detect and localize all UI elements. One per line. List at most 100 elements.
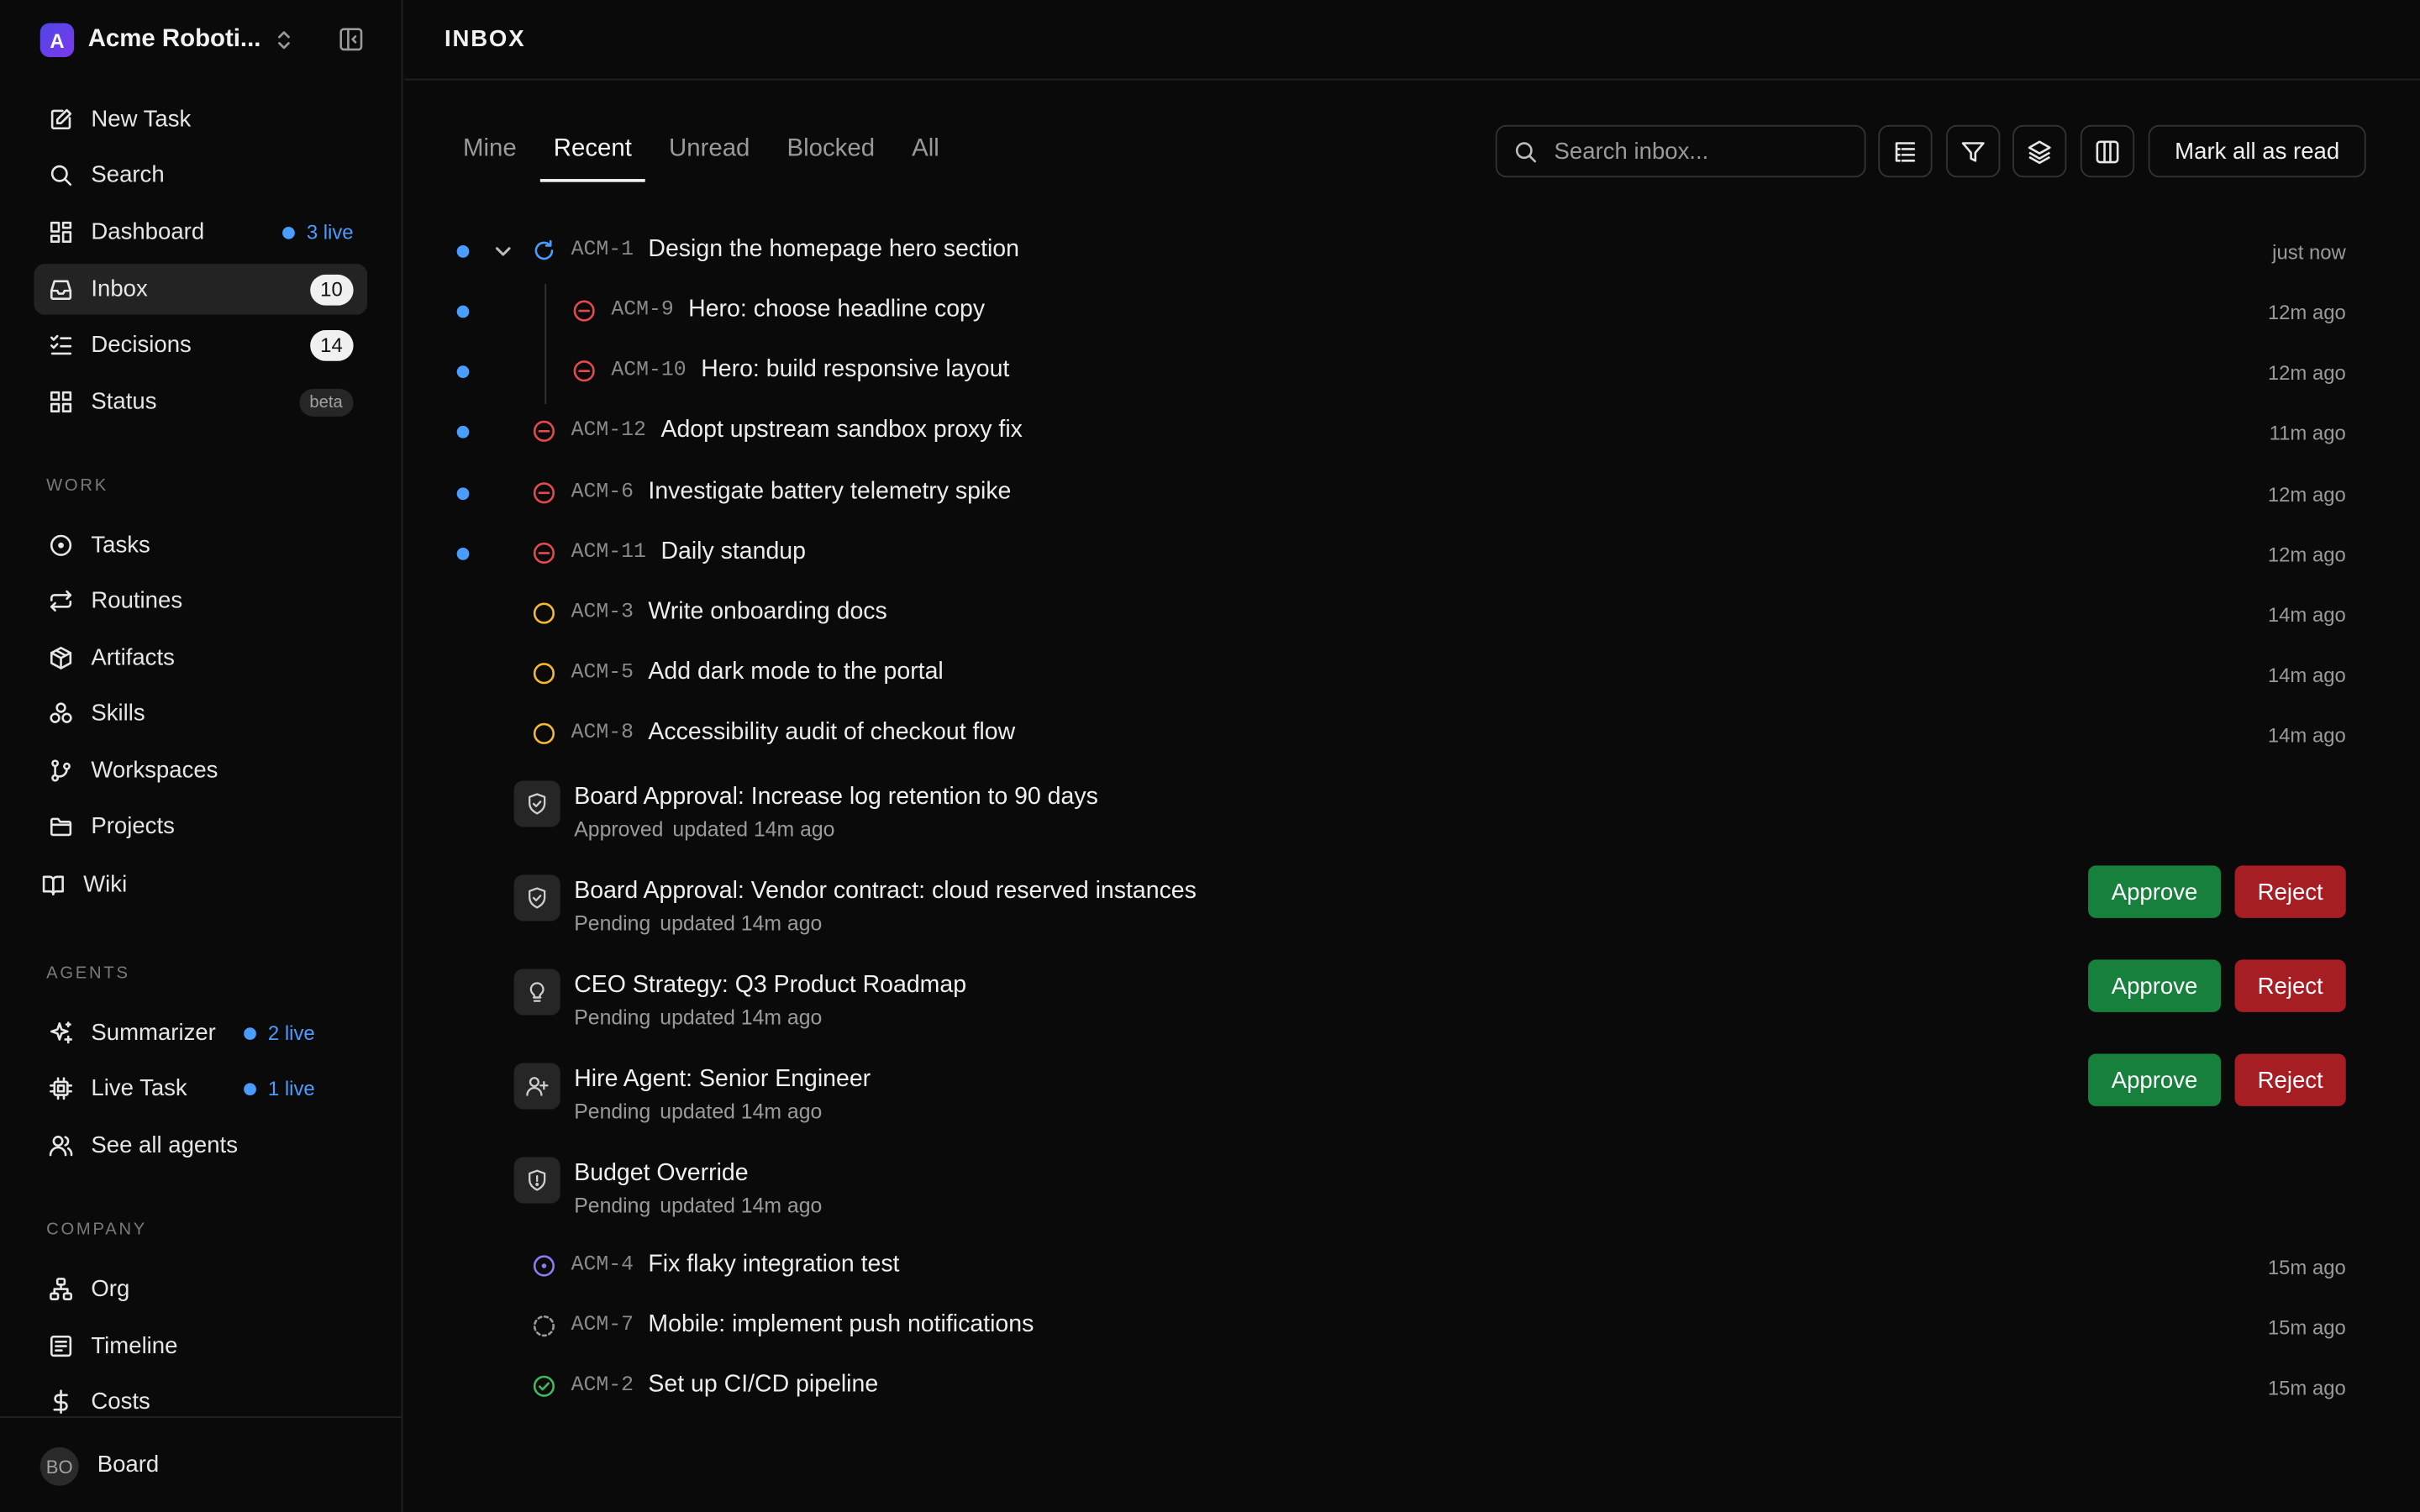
inbox-task-row[interactable]: ACM-2 Set up CI/CD pipeline 15m ago xyxy=(404,1356,2420,1416)
grid-icon xyxy=(50,391,72,413)
sidebar-item-label: Workspaces xyxy=(91,757,218,785)
section-label-company: COMPANY xyxy=(46,1220,148,1239)
in-review-status-icon[interactable] xyxy=(531,1252,557,1278)
inbox-task-row[interactable]: ACM-1 Design the homepage hero section jus… xyxy=(404,221,2420,281)
shield-alert-icon xyxy=(513,1157,560,1204)
done-status-icon[interactable] xyxy=(531,1373,557,1399)
sidebar-item-artifacts[interactable]: Artifacts xyxy=(34,633,367,684)
sidebar-item-timeline[interactable]: Timeline xyxy=(34,1320,367,1372)
mark-all-read-button[interactable]: Mark all as read xyxy=(2148,124,2366,178)
in-progress-status-icon[interactable] xyxy=(531,238,557,264)
user-menu[interactable]: BO Board xyxy=(0,1416,403,1512)
sidebar-item-meta: 3 live xyxy=(281,207,354,258)
approval-row[interactable]: Board Approval: Vendor contract: cloud r… xyxy=(404,865,2420,969)
blocked-status-icon[interactable] xyxy=(531,540,557,566)
search-input[interactable] xyxy=(1554,138,1848,165)
sidebar-item-tasks[interactable]: Tasks xyxy=(34,520,367,571)
blocked-status-icon[interactable] xyxy=(531,480,557,506)
sidebar-item-inbox[interactable]: Inbox 10 xyxy=(34,264,368,315)
reject-button[interactable]: Reject xyxy=(2234,865,2346,918)
group-button[interactable] xyxy=(2012,124,2067,178)
columns-button[interactable] xyxy=(2080,124,2135,178)
lightbulb-icon xyxy=(513,969,560,1016)
sidebar-item-see-all-agents[interactable]: See all agents xyxy=(34,1120,367,1171)
workspace-switcher[interactable]: A Acme Roboti... xyxy=(39,22,367,59)
live-dot xyxy=(281,226,295,239)
task-key: ACM-7 xyxy=(571,1314,634,1338)
chevron-down-icon[interactable] xyxy=(492,241,514,263)
sidebar-item-search[interactable]: Search xyxy=(34,150,367,201)
inbox-task-row[interactable]: ACM-11 Daily standup 12m ago xyxy=(404,523,2420,584)
reject-button[interactable]: Reject xyxy=(2234,959,2346,1012)
sidebar-item-decisions[interactable]: Decisions 14 xyxy=(34,319,367,370)
inbox-task-row[interactable]: ACM-9 Hero: choose headline copy 12m ago xyxy=(404,281,2420,341)
sidebar-item-new-task[interactable]: New Task xyxy=(34,94,367,145)
tab-mine[interactable]: Mine xyxy=(463,120,517,181)
inbox-task-row[interactable]: ACM-10 Hero: build responsive layout 12m a… xyxy=(404,341,2420,402)
inbox-task-row[interactable]: ACM-12 Adopt upstream sandbox proxy fix 11… xyxy=(404,402,2420,462)
blocked-status-icon[interactable] xyxy=(571,297,597,323)
book-icon xyxy=(42,875,64,895)
sidebar-item-routines[interactable]: Routines xyxy=(34,575,367,627)
approve-button[interactable]: Approve xyxy=(2088,1053,2222,1106)
task-title: Hero: choose headline copy xyxy=(688,296,986,323)
todo-status-icon[interactable] xyxy=(531,721,557,747)
sidebar-item-skills[interactable]: Skills xyxy=(34,688,367,739)
nesting-toggle-button[interactable] xyxy=(1878,124,1933,178)
approval-row[interactable]: CEO Strategy: Q3 Product Roadmap Pending u… xyxy=(404,959,2420,1063)
sidebar-item-status[interactable]: Status beta xyxy=(34,376,367,428)
tab-blocked[interactable]: Blocked xyxy=(786,120,875,181)
inbox-tabs: Mine Recent Unread Blocked All xyxy=(463,120,976,182)
workspace-name: Acme Roboti... xyxy=(87,26,261,53)
count-badge: 14 xyxy=(309,329,354,360)
approval-row[interactable]: Hire Agent: Senior Engineer Pending update… xyxy=(404,1053,2420,1157)
sidebar-item-org[interactable]: Org xyxy=(34,1263,367,1315)
user-name: Board xyxy=(97,1452,160,1478)
task-title: Set up CI/CD pipeline xyxy=(648,1371,879,1399)
blocked-status-icon[interactable] xyxy=(531,418,557,444)
inbox-task-row[interactable]: ACM-6 Investigate battery telemetry spike… xyxy=(404,463,2420,523)
approve-button[interactable]: Approve xyxy=(2088,959,2222,1012)
user-plus-icon xyxy=(513,1063,560,1110)
inbox-task-row[interactable]: ACM-4 Fix flaky integration test 15m ago xyxy=(404,1236,2420,1296)
task-key: ACM-2 xyxy=(571,1374,634,1399)
backlog-status-icon[interactable] xyxy=(531,1313,557,1339)
sidebar-item-dashboard[interactable]: Dashboard 3 live xyxy=(34,207,367,258)
count-badge: 10 xyxy=(309,274,354,305)
sparkles-icon xyxy=(50,1021,72,1044)
task-title: Write onboarding docs xyxy=(648,598,887,625)
page-title: INBOX xyxy=(444,26,526,53)
task-time: just now xyxy=(2272,240,2346,265)
tab-all[interactable]: All xyxy=(912,120,939,181)
approval-row[interactable]: Board Approval: Increase log retention t… xyxy=(404,780,2420,874)
filter-button[interactable] xyxy=(1946,124,2001,178)
list-tree-icon xyxy=(1895,141,1916,161)
sidebar-item-live-task[interactable]: Live Task 1 live xyxy=(34,1063,367,1114)
shield-check-icon xyxy=(513,780,560,827)
tab-unread[interactable]: Unread xyxy=(669,120,750,181)
inbox-task-row[interactable]: ACM-5 Add dark mode to the portal 14m ago xyxy=(404,643,2420,704)
approval-state: Approved xyxy=(574,817,664,842)
git-branch-icon xyxy=(51,759,71,782)
approval-meta: Pending updated 14m ago xyxy=(574,1006,822,1030)
sidebar-item-wiki[interactable]: Wiki xyxy=(26,859,360,911)
sidebar-item-summarizer[interactable]: Summarizer 2 live xyxy=(34,1007,367,1058)
inbox-task-row[interactable]: ACM-8 Accessibility audit of checkout flo… xyxy=(404,704,2420,764)
todo-status-icon[interactable] xyxy=(531,660,557,686)
sidebar-item-label: Status xyxy=(91,388,157,416)
filter-icon xyxy=(1961,141,1985,161)
approval-state: Pending xyxy=(574,1194,651,1218)
blocked-status-icon[interactable] xyxy=(571,358,597,384)
task-key: ACM-3 xyxy=(571,601,634,625)
tab-recent[interactable]: Recent xyxy=(539,120,645,182)
sidebar-item-projects[interactable]: Projects xyxy=(34,801,367,852)
approve-button[interactable]: Approve xyxy=(2088,865,2222,918)
inbox-task-row[interactable]: ACM-7 Mobile: implement push notification… xyxy=(404,1296,2420,1357)
reject-button[interactable]: Reject xyxy=(2234,1053,2346,1106)
task-title: Accessibility audit of checkout flow xyxy=(648,718,1016,746)
todo-status-icon[interactable] xyxy=(531,600,557,626)
sidebar-collapse-icon[interactable] xyxy=(338,26,364,52)
inbox-task-row[interactable]: ACM-3 Write onboarding docs 14m ago xyxy=(404,583,2420,643)
task-key: ACM-9 xyxy=(611,299,674,323)
sidebar-item-workspaces[interactable]: Workspaces xyxy=(34,745,367,796)
